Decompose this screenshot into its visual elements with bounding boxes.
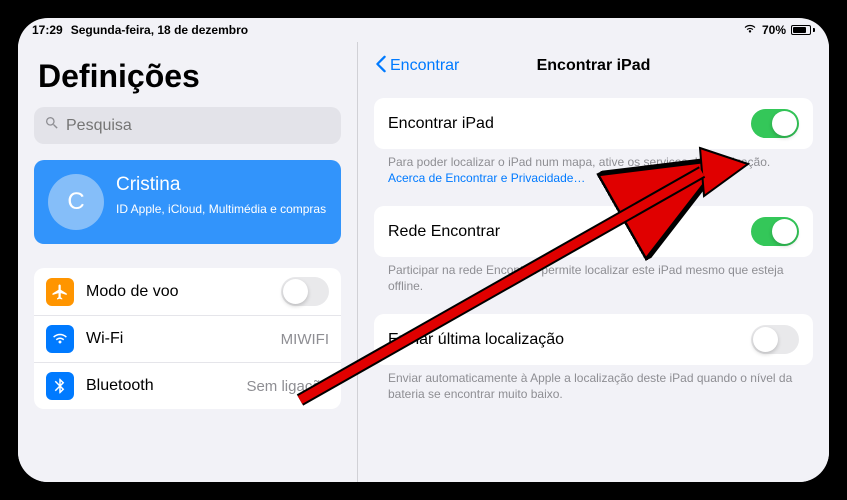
bluetooth-label: Bluetooth [86, 377, 234, 395]
row-last-location[interactable]: Enviar última localização [374, 314, 813, 365]
airplane-icon [46, 278, 74, 306]
avatar: C [48, 174, 104, 230]
content-split: Definições C Cristina ID Apple, iCloud, … [18, 42, 829, 482]
find-network-desc: Participar na rede Encontrar permite loc… [374, 257, 813, 308]
detail-body[interactable]: Encontrar iPad Para poder localizar o iP… [358, 90, 829, 431]
desc-text: Para poder localizar o iPad num mapa, at… [388, 155, 770, 169]
sidebar-item-wifi[interactable]: Wi-Fi MIWIFI [34, 316, 341, 363]
detail-title: Encontrar iPad [537, 57, 651, 75]
wifi-value: MIWIFI [281, 331, 329, 348]
wifi-icon [743, 22, 757, 39]
wifi-row-icon [46, 325, 74, 353]
profile-name: Cristina [116, 174, 326, 196]
profile-text: Cristina ID Apple, iCloud, Multimédia e … [116, 174, 326, 218]
chevron-left-icon [374, 55, 388, 78]
find-ipad-desc: Para poder localizar o iPad num mapa, at… [374, 149, 813, 200]
last-location-desc: Enviar automaticamente à Apple a localiz… [374, 365, 813, 416]
status-bar: 17:29 Segunda-feira, 18 de dezembro 70% [18, 18, 829, 42]
settings-group-connectivity: Modo de voo Wi-Fi MIWIFI [34, 268, 341, 409]
airplane-label: Modo de voo [86, 283, 269, 301]
back-label: Encontrar [390, 57, 459, 75]
privacy-link[interactable]: Acerca de Encontrar e Privacidade… [388, 171, 585, 185]
page-title: Definições [38, 58, 341, 95]
profile-subtitle: ID Apple, iCloud, Multimédia e compras [116, 202, 326, 218]
search-input[interactable] [34, 107, 341, 144]
detail-group-last-location: Enviar última localização Enviar automat… [374, 314, 813, 416]
last-location-toggle[interactable] [751, 325, 799, 354]
find-ipad-toggle[interactable] [751, 109, 799, 138]
detail-pane: Encontrar Encontrar iPad Encontrar iPad … [358, 42, 829, 482]
battery-percent: 70% [762, 23, 786, 37]
row-find-network[interactable]: Rede Encontrar [374, 206, 813, 257]
screen: 17:29 Segunda-feira, 18 de dezembro 70% … [18, 18, 829, 482]
airplane-toggle[interactable] [281, 277, 329, 306]
status-time: 17:29 [32, 23, 63, 37]
profile-card[interactable]: C Cristina ID Apple, iCloud, Multimédia … [34, 160, 341, 244]
detail-header: Encontrar Encontrar iPad [358, 42, 829, 90]
search-field[interactable] [66, 117, 331, 135]
ipad-device-frame: 17:29 Segunda-feira, 18 de dezembro 70% … [0, 0, 847, 500]
wifi-label: Wi-Fi [86, 330, 269, 348]
bluetooth-value: Sem ligação [246, 378, 329, 395]
status-right: 70% [743, 22, 815, 39]
find-network-label: Rede Encontrar [388, 223, 500, 241]
status-left: 17:29 Segunda-feira, 18 de dezembro [32, 23, 248, 37]
last-location-label: Enviar última localização [388, 331, 564, 349]
sidebar-item-bluetooth[interactable]: Bluetooth Sem ligação [34, 363, 341, 409]
find-ipad-label: Encontrar iPad [388, 115, 494, 133]
detail-group-find-ipad: Encontrar iPad Para poder localizar o iP… [374, 98, 813, 200]
battery-icon [791, 25, 815, 35]
row-find-ipad[interactable]: Encontrar iPad [374, 98, 813, 149]
back-button[interactable]: Encontrar [374, 55, 459, 78]
search-icon [44, 115, 60, 136]
find-network-toggle[interactable] [751, 217, 799, 246]
settings-sidebar[interactable]: Definições C Cristina ID Apple, iCloud, … [18, 42, 358, 482]
sidebar-item-airplane[interactable]: Modo de voo [34, 268, 341, 316]
detail-group-find-network: Rede Encontrar Participar na rede Encont… [374, 206, 813, 308]
status-date: Segunda-feira, 18 de dezembro [71, 23, 248, 37]
bluetooth-icon [46, 372, 74, 400]
